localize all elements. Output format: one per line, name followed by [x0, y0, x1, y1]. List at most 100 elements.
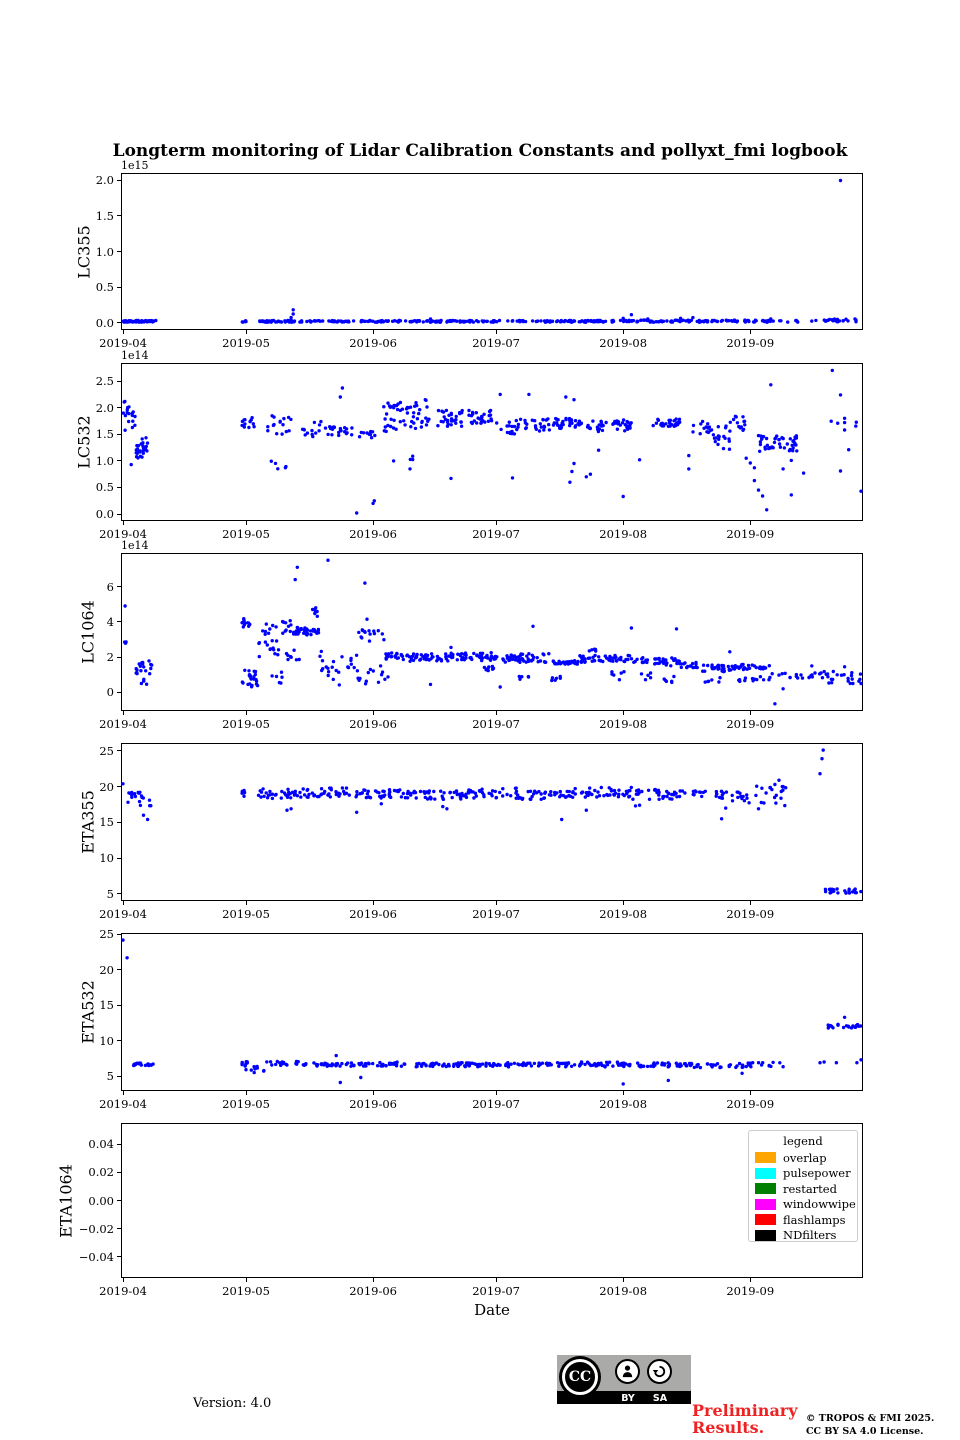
y-tick-label: 0.5: [95, 480, 114, 495]
x-tickmark: [122, 1278, 124, 1282]
x-tick-label: 2019-08: [599, 1097, 648, 1111]
plot-title: Longterm monitoring of Lidar Calibration…: [112, 141, 848, 161]
y-tickmark: [117, 286, 121, 288]
x-tickmark: [495, 521, 497, 525]
y-tickmark: [117, 460, 121, 462]
y-tickmark: [117, 933, 121, 935]
legend-entry-NDfilters: NDfilters: [755, 1228, 851, 1244]
y-tick-label: 25: [99, 743, 114, 758]
y-tick-label: −0.04: [78, 1249, 114, 1264]
cc-sa-label: SA: [652, 1393, 668, 1404]
axis-offset-label: 1e14: [121, 349, 149, 362]
x-tick-label: 2019-07: [472, 1284, 520, 1298]
x-tickmark: [749, 1278, 751, 1282]
x-tick-label: 2019-06: [349, 1284, 398, 1298]
x-tickmark: [749, 330, 751, 334]
x-tickmark: [749, 521, 751, 525]
x-tickmark: [495, 901, 497, 905]
y-tickmark: [117, 179, 121, 181]
x-tick-label: 2019-05: [222, 717, 270, 731]
legend-box: legend overlap pulsepower restarted windoww…: [748, 1130, 858, 1242]
y-tickmark: [117, 1228, 121, 1230]
y-tick-label: 0.04: [88, 1137, 114, 1152]
x-tick-label: 2019-08: [599, 527, 648, 541]
x-tickmark: [372, 901, 374, 905]
y-tickmark: [117, 215, 121, 217]
y-tick-label: 2.5: [95, 374, 114, 389]
y-tickmark: [117, 857, 121, 859]
x-tick-label: 2019-06: [349, 527, 398, 541]
x-tick-label: 2019-05: [222, 527, 270, 541]
version-text: Version: 4.0: [193, 1396, 272, 1411]
y-tick-label: 25: [99, 927, 114, 942]
counterclockwise-arrow-icon: [652, 1365, 666, 1378]
legend-entries: overlap pulsepower restarted windowwipe flas…: [755, 1150, 856, 1244]
y-tickmark: [117, 486, 121, 488]
legend-swatch-restarted: [755, 1183, 776, 1195]
x-tick-label: 2019-06: [349, 336, 398, 350]
scatter-points-lc355: [121, 178, 858, 324]
x-tick-label: 2019-07: [472, 336, 520, 350]
y-tickmark: [117, 1143, 121, 1145]
y-tickmark: [117, 821, 121, 823]
scatter-points-lc1064: [123, 558, 863, 706]
legend-entry-windowwipe: windowwipe: [755, 1197, 856, 1213]
x-tickmark: [122, 1091, 124, 1095]
x-tick-label: 2019-05: [222, 336, 270, 350]
y-tick-label: 1.5: [95, 208, 114, 223]
x-tick-label: 2019-04: [99, 717, 147, 731]
y-tickmark: [117, 969, 121, 971]
cc-license-badge: CC BY SA: [557, 1355, 691, 1404]
x-tickmark: [372, 521, 374, 525]
x-tick-label: 2019-05: [222, 1097, 270, 1111]
x-tickmark: [749, 1091, 751, 1095]
x-tick-label: 2019-09: [726, 1097, 775, 1111]
y-tick-label: 6: [106, 579, 114, 594]
x-tick-label: 2019-09: [726, 336, 775, 350]
x-tickmark: [622, 330, 624, 334]
y-axis-label-lc1064: LC1064: [78, 600, 98, 664]
x-tick-label: 2019-04: [99, 336, 147, 350]
x-tickmark: [622, 521, 624, 525]
x-tickmark: [122, 901, 124, 905]
y-tick-label: 2.0: [95, 400, 114, 415]
scatter-points-eta355: [121, 748, 863, 895]
x-tick-label: 2019-06: [349, 907, 398, 921]
legend-label: flashlamps: [783, 1212, 846, 1227]
y-tickmark: [117, 1256, 121, 1258]
cc-logo-icon: CC: [562, 1359, 598, 1395]
y-tickmark: [117, 786, 121, 788]
x-tick-label: 2019-08: [599, 717, 648, 731]
legend-swatch-NDfilters: [755, 1229, 776, 1241]
figure: Longterm monitoring of Lidar Calibration…: [0, 0, 960, 1440]
y-tickmark: [117, 893, 121, 895]
x-tick-label: 2019-07: [472, 717, 520, 731]
by-person-icon: [615, 1359, 640, 1384]
sa-arrow-icon: [647, 1359, 672, 1384]
legend-entry-overlap: overlap: [755, 1150, 851, 1166]
y-axis-label-eta1064: ETA1064: [56, 1163, 76, 1238]
x-tick-label: 2019-04: [99, 907, 147, 921]
axis-offset-label: 1e14: [121, 539, 149, 552]
legend-swatch-pulsepower: [755, 1167, 776, 1179]
copyright-line1: © TROPOS & FMI 2025.: [806, 1413, 935, 1424]
x-tick-label: 2019-09: [726, 1284, 775, 1298]
y-tick-label: 20: [99, 962, 114, 977]
x-tick-label: 2019-07: [472, 527, 520, 541]
axis-offset-label: 1e15: [121, 159, 149, 172]
preliminary-line2: Results.: [692, 1418, 765, 1437]
y-tickmark: [117, 656, 121, 658]
x-tickmark: [372, 711, 374, 715]
scatter-points-lc532: [121, 368, 863, 515]
y-tickmark: [117, 407, 121, 409]
legend-label: restarted: [783, 1181, 837, 1196]
legend-title: legend: [783, 1134, 823, 1148]
x-tickmark: [245, 330, 247, 334]
x-tickmark: [372, 1278, 374, 1282]
preliminary-line1: Preliminary: [692, 1401, 798, 1420]
x-tickmark: [622, 1278, 624, 1282]
x-tick-label: 2019-06: [349, 1097, 398, 1111]
y-tick-label: 0.0: [95, 507, 114, 522]
x-tickmark: [245, 1091, 247, 1095]
x-tick-label: 2019-09: [726, 527, 775, 541]
